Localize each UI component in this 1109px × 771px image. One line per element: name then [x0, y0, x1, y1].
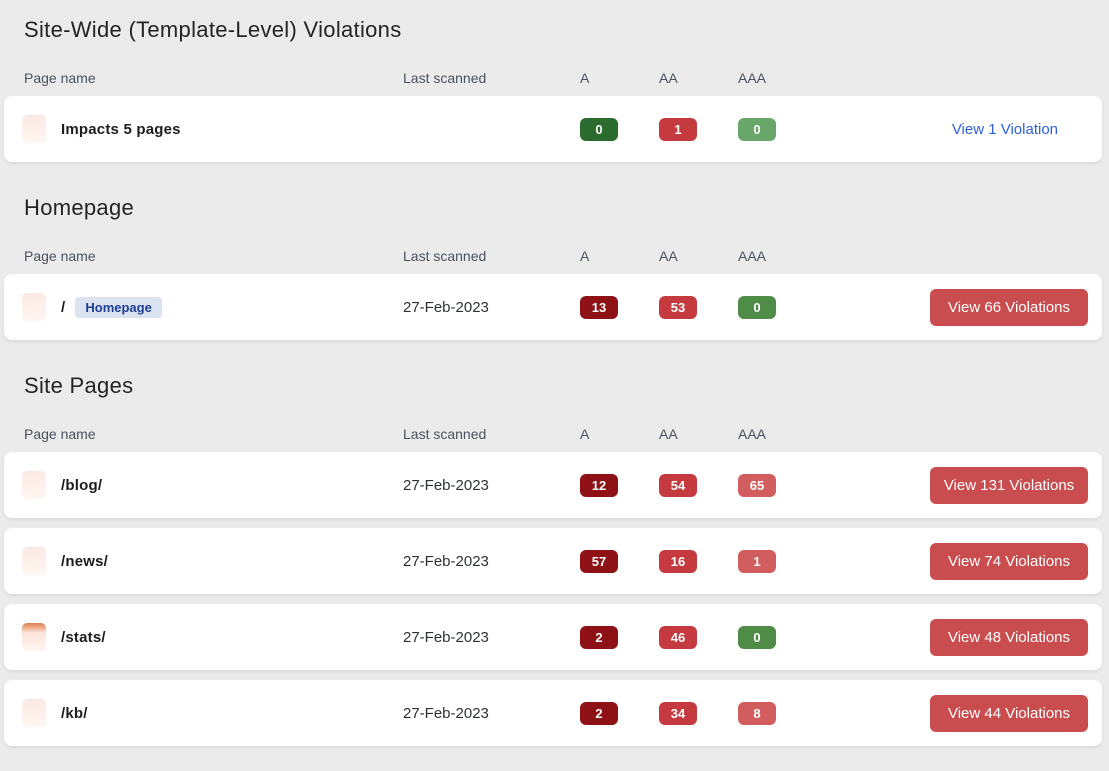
column-header-aaa: AAA — [738, 248, 817, 264]
last-scanned-value: 27-Feb-2023 — [403, 477, 580, 494]
page-thumbnail — [22, 699, 46, 727]
table-row: /news/ 27-Feb-2023 57 16 1 View 74 Viola… — [4, 528, 1102, 594]
last-scanned-value: 27-Feb-2023 — [403, 705, 580, 722]
view-violations-button[interactable]: View 74 Violations — [930, 543, 1088, 580]
page-thumbnail — [22, 471, 46, 499]
page-thumbnail — [22, 547, 46, 575]
table-row: /stats/ 27-Feb-2023 2 46 0 View 48 Viola… — [4, 604, 1102, 670]
section-site-wide: Site-Wide (Template-Level) Violations Pa… — [0, 16, 1109, 162]
column-header-aa: AA — [659, 248, 738, 264]
column-header-last-scanned: Last scanned — [403, 248, 580, 264]
column-header-a: A — [580, 248, 659, 264]
page-name-label: / — [61, 299, 65, 316]
homepage-tag: Homepage — [75, 297, 161, 318]
a-badge: 0 — [580, 118, 618, 141]
aa-badge: 53 — [659, 296, 697, 319]
a-badge: 57 — [580, 550, 618, 573]
page-name-label: /news/ — [61, 553, 108, 570]
column-header-aaa: AAA — [738, 70, 817, 86]
column-header-page-name: Page name — [4, 248, 403, 264]
aa-badge: 34 — [659, 702, 697, 725]
page-name-label: Impacts 5 pages — [61, 121, 181, 138]
section-homepage: Homepage Page name Last scanned A AA AAA… — [0, 194, 1109, 340]
aa-badge: 54 — [659, 474, 697, 497]
table-row: /kb/ 27-Feb-2023 2 34 8 View 44 Violatio… — [4, 680, 1102, 746]
section-title: Homepage — [24, 194, 1109, 222]
section-title: Site Pages — [24, 372, 1109, 400]
column-header-last-scanned: Last scanned — [403, 70, 580, 86]
column-header-page-name: Page name — [4, 70, 403, 86]
table-row: Impacts 5 pages 0 1 0 View 1 Violation — [4, 96, 1102, 162]
view-violations-button[interactable]: View 48 Violations — [930, 619, 1088, 656]
section-site-pages: Site Pages Page name Last scanned A AA A… — [0, 372, 1109, 746]
table-row: / Homepage 27-Feb-2023 13 53 0 View 66 V… — [4, 274, 1102, 340]
page-name-label: /stats/ — [61, 629, 106, 646]
aa-badge: 1 — [659, 118, 697, 141]
aaa-badge: 65 — [738, 474, 776, 497]
column-header-last-scanned: Last scanned — [403, 426, 580, 442]
page-name-label: /kb/ — [61, 705, 88, 722]
page-thumbnail — [22, 293, 46, 321]
column-header-a: A — [580, 426, 659, 442]
view-violation-link[interactable]: View 1 Violation — [952, 121, 1058, 138]
page-thumbnail — [22, 623, 46, 651]
table-row: /blog/ 27-Feb-2023 12 54 65 View 131 Vio… — [4, 452, 1102, 518]
a-badge: 2 — [580, 702, 618, 725]
column-header-aaa: AAA — [738, 426, 817, 442]
violations-report: Site-Wide (Template-Level) Violations Pa… — [0, 0, 1109, 746]
aaa-badge: 8 — [738, 702, 776, 725]
a-badge: 12 — [580, 474, 618, 497]
view-violations-button[interactable]: View 131 Violations — [930, 467, 1088, 504]
view-violations-button[interactable]: View 44 Violations — [930, 695, 1088, 732]
column-header-aa: AA — [659, 426, 738, 442]
aaa-badge: 0 — [738, 296, 776, 319]
last-scanned-value: 27-Feb-2023 — [403, 629, 580, 646]
last-scanned-value: 27-Feb-2023 — [403, 553, 580, 570]
aa-badge: 46 — [659, 626, 697, 649]
last-scanned-value: 27-Feb-2023 — [403, 299, 580, 316]
column-header-a: A — [580, 70, 659, 86]
aa-badge: 16 — [659, 550, 697, 573]
aaa-badge: 1 — [738, 550, 776, 573]
aaa-badge: 0 — [738, 118, 776, 141]
page-thumbnail — [22, 115, 46, 143]
column-headers: Page name Last scanned A AA AAA — [4, 68, 1102, 88]
aaa-badge: 0 — [738, 626, 776, 649]
column-headers: Page name Last scanned A AA AAA — [4, 246, 1102, 266]
column-header-aa: AA — [659, 70, 738, 86]
view-violations-button[interactable]: View 66 Violations — [930, 289, 1088, 326]
a-badge: 13 — [580, 296, 618, 319]
section-title: Site-Wide (Template-Level) Violations — [24, 16, 1109, 44]
column-header-page-name: Page name — [4, 426, 403, 442]
a-badge: 2 — [580, 626, 618, 649]
page-name-label: /blog/ — [61, 477, 102, 494]
column-headers: Page name Last scanned A AA AAA — [4, 424, 1102, 444]
